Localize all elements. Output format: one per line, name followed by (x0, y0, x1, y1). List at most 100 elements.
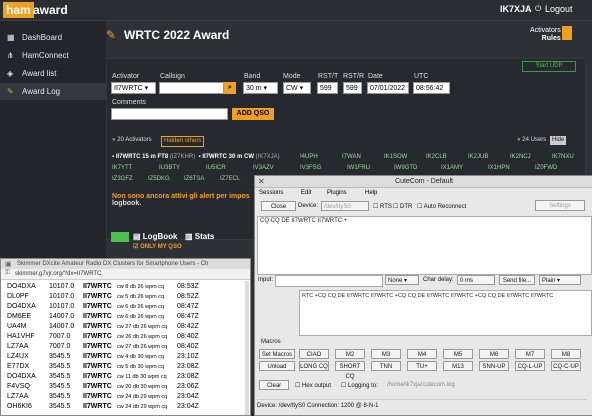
start-udp-button[interactable]: Start UDP (522, 61, 576, 72)
sidebar-item-label: Award Log (22, 87, 61, 96)
macro-button[interactable]: SHORT CQ (335, 361, 365, 380)
call-chip[interactable]: IV3FSG (300, 165, 321, 171)
macro-button[interactable]: CIAO (299, 349, 329, 359)
only-my-qso-label: ONLY MY QSO (140, 244, 182, 250)
sent-history-area[interactable]: RTC +CQ CQ DE II7WRTC II7WRTC +CQ CQ DE … (299, 290, 592, 336)
macro-button[interactable]: SNN-UP (479, 361, 509, 371)
sidebar-item-hamconnect[interactable]: ⋔ HamConnect (0, 47, 106, 64)
call-chip[interactable]: IX1HPN (488, 165, 510, 171)
document-icon[interactable] (562, 26, 572, 40)
sidebar-item-award-list[interactable]: ◈ Award list (0, 65, 106, 82)
activity-operator: (IK7XJA) (255, 154, 280, 160)
call-chip[interactable]: IZ7ECL (220, 176, 240, 182)
call-chip[interactable]: I7WAN (342, 154, 361, 160)
log-path-input[interactable]: /home/ik7xja/cutecom.log (387, 382, 455, 388)
call-chip[interactable]: IU3BTY (159, 165, 180, 171)
line-end-select[interactable]: None ▾ (385, 275, 419, 285)
cell-spotter: UA4M (7, 323, 27, 330)
logo-award[interactable]: award (33, 2, 68, 18)
logo-ham[interactable]: ham (3, 2, 34, 18)
hex-output-checkbox[interactable]: ☐ Hex output (295, 382, 331, 389)
macro-button[interactable]: M2 (335, 349, 365, 359)
call-chip[interactable]: IZ3GFZ (112, 176, 133, 182)
mode-select[interactable]: CW ▾ (283, 82, 311, 94)
call-chip[interactable]: IZ0FWD (535, 165, 557, 171)
macro-button[interactable]: M5 (443, 349, 473, 359)
macro-button[interactable]: M8 (551, 349, 581, 359)
call-chip[interactable]: IK2NCJ (510, 154, 531, 160)
rst-received-input[interactable]: 599 (343, 82, 362, 94)
table-row: DO4DXA 10107.0 II7WRTC cw 8 db 26 wpm cq 08:… (7, 282, 243, 292)
macro-button[interactable]: CQ-C-UP (551, 361, 581, 371)
add-qso-button[interactable]: ADD QSO (232, 108, 274, 120)
lock-icon: ⚿ (5, 270, 10, 276)
menu-item-plugins[interactable]: Plugins (327, 188, 347, 198)
menu-item-help[interactable]: Help (365, 188, 377, 198)
menu-item-edit[interactable]: Edit (301, 188, 311, 198)
call-chip[interactable]: IK1SOW (384, 154, 407, 160)
call-chip[interactable]: I4UPH (300, 154, 318, 160)
sidebar-item-award-log[interactable]: ✎ Award Log (0, 83, 106, 100)
band-select[interactable]: 30 m ▾ (243, 82, 278, 94)
clear-button[interactable]: Clear (259, 380, 289, 390)
dtr-checkbox[interactable]: ☐ DTR (393, 203, 412, 210)
toggle-icon[interactable] (111, 232, 129, 242)
output-area[interactable]: CQ CQ DE II7WRTC II7WRTC + (257, 216, 592, 275)
macro-button[interactable]: M13 (443, 361, 473, 371)
hidden-others-button[interactable]: Hidden others (161, 136, 205, 147)
callsign-input[interactable] (159, 82, 224, 94)
call-chip[interactable]: IK7NXU (552, 154, 574, 160)
chevron-down-icon: ▾ (144, 85, 149, 92)
call-chip[interactable]: IW1FRU (347, 165, 370, 171)
stats-tab[interactable]: ▥ Stats (185, 232, 214, 241)
rst-sent-input[interactable]: 599 (317, 82, 338, 94)
rts-checkbox[interactable]: ☐ RTS (373, 203, 392, 210)
macro-button[interactable]: M7 (515, 349, 545, 359)
only-my-qso-checkbox[interactable]: ☑ ONLY MY QSO (133, 243, 182, 250)
logging-checkbox[interactable]: ☐ Logging to: (341, 382, 378, 389)
call-chip[interactable]: IK7YTT (112, 165, 132, 171)
call-chip[interactable]: IV3AZV (253, 165, 274, 171)
menu-item-sessions[interactable]: Sessions (259, 188, 283, 198)
macro-button[interactable]: M4 (407, 349, 437, 359)
cell-call: II7WRTC (83, 383, 112, 390)
address-bar[interactable]: skimmer.g7vjr.org/?dx=II7WRTC (1, 269, 250, 280)
activator-select[interactable]: II7WRTC ▾ (111, 82, 156, 94)
scrollbar[interactable] (245, 281, 249, 415)
input-field[interactable] (275, 275, 383, 287)
close-button[interactable]: Close (261, 201, 296, 211)
macro-button[interactable]: TU+ (407, 361, 437, 371)
date-input[interactable]: 07/01/2022 (367, 82, 409, 94)
user-callsign[interactable]: IK7XJA (500, 4, 532, 14)
char-delay-input[interactable]: 0 ms (457, 275, 495, 285)
format-select[interactable]: Plain ▾ (539, 275, 581, 285)
call-chip[interactable]: IX1AMY (441, 165, 463, 171)
call-chip[interactable]: IU5ICR (206, 165, 226, 171)
logout-icon[interactable]: ⏻ (535, 4, 543, 13)
logbook-tab[interactable]: ▤ LogBook (133, 232, 177, 241)
macro-button[interactable]: Unload (259, 361, 295, 371)
hide-button[interactable]: Hide (550, 136, 567, 145)
macro-button[interactable]: LONG CQ (299, 361, 329, 371)
call-chip[interactable]: IZ5DKG (148, 176, 170, 182)
call-chip[interactable]: IK2JUB (468, 154, 488, 160)
macro-button[interactable]: M3 (371, 349, 401, 359)
call-chip[interactable]: IW9GTD (394, 165, 417, 171)
device-select[interactable]: /dev/ttyS0 (321, 201, 369, 211)
sidebar-item-dashboard[interactable]: ▦ DashBoard (0, 29, 106, 46)
macro-button[interactable]: CQ-L-UP (515, 361, 545, 371)
comments-input[interactable] (111, 108, 228, 120)
call-chip[interactable]: IK2CLB (426, 154, 447, 160)
call-chip[interactable]: IZ6TSA (184, 176, 204, 182)
rules-link[interactable]: Activators Rules (530, 27, 561, 43)
send-file-button[interactable]: Send file... (499, 275, 535, 285)
logout-link[interactable]: Logout (545, 4, 573, 14)
macro-button[interactable]: TNN (371, 361, 401, 371)
search-icon[interactable]: ⌕ (224, 82, 236, 94)
utc-input[interactable]: 08:56:42 (413, 82, 450, 94)
macro-button[interactable]: M6 (479, 349, 509, 359)
settings-button[interactable]: Settings (535, 200, 585, 211)
auto-reconnect-checkbox[interactable]: ☐ Auto Reconnect (417, 203, 466, 210)
activity-operator: (IZ7KHR) (169, 154, 196, 160)
macro-button[interactable]: Set Macros (259, 349, 295, 359)
